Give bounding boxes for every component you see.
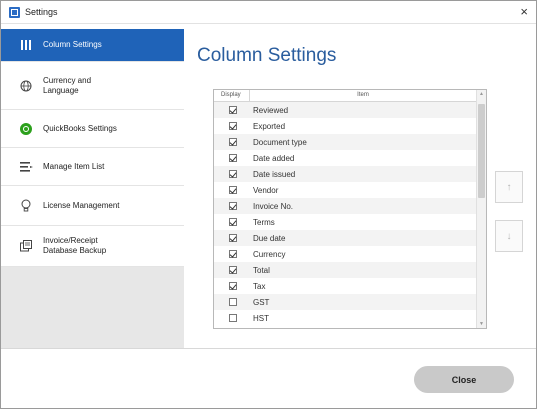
list-rows: Reviewed Exported Document type Date added D… — [214, 102, 486, 326]
close-button[interactable]: Close — [414, 366, 514, 393]
item-label: Vendor — [253, 185, 279, 195]
display-checkbox[interactable] — [229, 138, 237, 146]
item-label: HST — [253, 313, 269, 323]
display-checkbox[interactable] — [229, 186, 237, 194]
sidebar-item-label: License Management — [43, 200, 120, 210]
item-label: Terms — [253, 217, 275, 227]
item-label: Invoice No. — [253, 201, 294, 211]
list-header: Display Item — [214, 90, 486, 102]
list-scrollbar[interactable]: ▲ ▼ — [476, 90, 486, 328]
item-label: Date added — [253, 153, 295, 163]
globe-icon — [17, 80, 35, 92]
quickbooks-icon — [17, 122, 35, 135]
display-checkbox[interactable] — [229, 170, 237, 178]
header-item: Item — [357, 92, 369, 98]
display-checkbox[interactable] — [229, 314, 237, 322]
list-item: Total — [214, 262, 486, 278]
settings-window: Settings × Column Settings Currency and … — [0, 0, 537, 409]
display-checkbox[interactable] — [229, 202, 237, 210]
column-list: Display Item Reviewed Exported Document ty… — [213, 89, 487, 329]
item-label: Document type — [253, 137, 307, 147]
title-bar: Settings × — [1, 1, 536, 24]
list-item: Date added — [214, 150, 486, 166]
display-checkbox[interactable] — [229, 218, 237, 226]
sidebar-item-manage-item-list[interactable]: Manage Item List — [1, 148, 184, 186]
page-title: Column Settings — [197, 45, 337, 66]
scroll-thumb[interactable] — [478, 104, 485, 198]
sidebar-item-invoice-backup[interactable]: Invoice/Receipt Database Backup — [1, 226, 184, 267]
item-label: Reviewed — [253, 105, 289, 115]
sidebar-item-label: Manage Item List — [43, 161, 105, 171]
list-item: Terms — [214, 214, 486, 230]
sidebar-item-label: QuickBooks Settings — [43, 123, 117, 133]
item-label: Currency — [253, 249, 286, 259]
sidebar-item-column-settings[interactable]: Column Settings — [1, 29, 184, 62]
list-item: Date issued — [214, 166, 486, 182]
sidebar-item-license-management[interactable]: License Management — [1, 186, 184, 226]
arrow-up-icon: ↑ — [506, 181, 512, 193]
window-title: Settings — [25, 7, 58, 17]
sidebar-item-quickbooks-settings[interactable]: QuickBooks Settings — [1, 110, 184, 148]
item-label: Total — [253, 265, 270, 275]
item-label: Tax — [253, 281, 266, 291]
scroll-up-icon[interactable]: ▲ — [477, 90, 486, 98]
list-item: HST — [214, 310, 486, 326]
item-label: GST — [253, 297, 270, 307]
item-label: Date issued — [253, 169, 296, 179]
list-icon — [17, 161, 35, 172]
close-icon[interactable]: × — [520, 4, 528, 19]
scroll-down-icon[interactable]: ▼ — [477, 320, 486, 328]
list-item: Reviewed — [214, 102, 486, 118]
display-checkbox[interactable] — [229, 154, 237, 162]
display-checkbox[interactable] — [229, 250, 237, 258]
display-checkbox[interactable] — [229, 298, 237, 306]
list-item: Invoice No. — [214, 198, 486, 214]
move-down-button[interactable]: ↓ — [495, 220, 523, 252]
display-checkbox[interactable] — [229, 234, 237, 242]
list-item: Document type — [214, 134, 486, 150]
lightbulb-icon — [17, 199, 35, 212]
display-checkbox[interactable] — [229, 106, 237, 114]
sidebar-item-label: Column Settings — [43, 40, 102, 49]
list-item: Currency — [214, 246, 486, 262]
list-item: Due date — [214, 230, 486, 246]
sidebar: Column Settings Currency and Language Qu… — [1, 29, 184, 348]
list-item: Vendor — [214, 182, 486, 198]
display-checkbox[interactable] — [229, 266, 237, 274]
sidebar-item-currency-language[interactable]: Currency and Language — [1, 62, 184, 110]
list-item: GST — [214, 294, 486, 310]
sidebar-item-label: Invoice/Receipt Database Backup — [43, 236, 107, 255]
list-item: Tax — [214, 278, 486, 294]
backup-icon — [17, 240, 35, 252]
footer-divider — [1, 348, 536, 349]
display-checkbox[interactable] — [229, 282, 237, 290]
settings-app-icon — [9, 6, 20, 18]
arrow-down-icon: ↓ — [506, 230, 512, 242]
column-bars-icon — [17, 40, 35, 50]
move-up-button[interactable]: ↑ — [495, 171, 523, 203]
list-item: Exported — [214, 118, 486, 134]
item-label: Due date — [253, 233, 286, 243]
display-checkbox[interactable] — [229, 122, 237, 130]
sidebar-item-label: Currency and Language — [43, 75, 92, 95]
item-label: Exported — [253, 121, 286, 131]
header-display: Display — [214, 90, 250, 101]
